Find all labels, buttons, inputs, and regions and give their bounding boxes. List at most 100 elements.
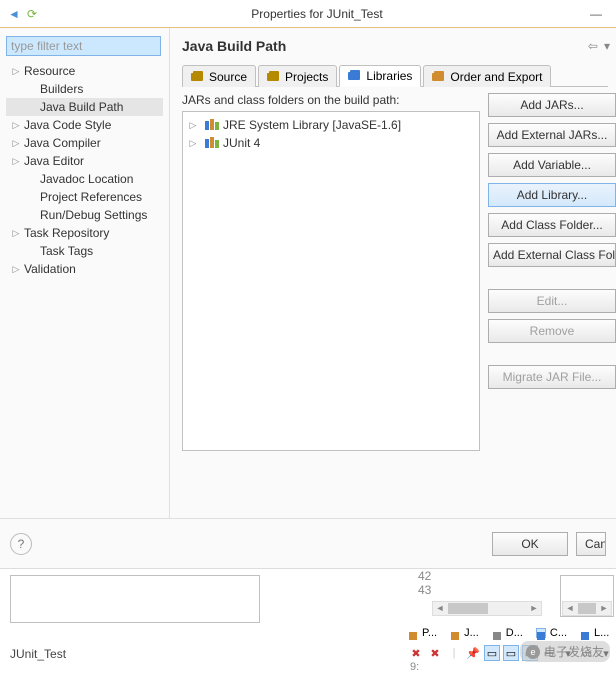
remove-all-icon[interactable]: ✖: [427, 645, 443, 661]
action-button[interactable]: Add JARs...: [488, 93, 616, 117]
expander-icon[interactable]: ▷: [187, 119, 199, 131]
tab[interactable]: Source: [182, 65, 256, 87]
action-button[interactable]: Add Library...: [488, 183, 616, 207]
tab-label: Projects: [285, 70, 328, 84]
view-tab[interactable]: J...: [450, 625, 479, 641]
category-tree-pane: ▷Resource▷Builders▷Java Build Path▷Java …: [0, 28, 170, 518]
tree-item-label: Project References: [40, 190, 142, 204]
tree-item-label: Resource: [24, 64, 75, 78]
tree-item-label: Java Compiler: [24, 136, 101, 150]
expander-icon[interactable]: ▷: [187, 137, 199, 149]
tree-item[interactable]: ▷Java Code Style: [6, 116, 163, 134]
project-label: JUnit_Test: [10, 647, 66, 661]
tab[interactable]: Libraries: [339, 65, 421, 87]
expander-icon[interactable]: ▷: [10, 137, 22, 149]
tree-item-label: Javadoc Location: [40, 172, 133, 186]
tree-item[interactable]: ▷Task Tags: [6, 242, 163, 260]
tree-item-label: Task Tags: [40, 244, 93, 258]
tree-item-label: Validation: [24, 262, 76, 276]
list-item[interactable]: ▷ JUnit 4: [187, 134, 475, 152]
expander-icon[interactable]: ▷: [10, 227, 22, 239]
tree-item[interactable]: ▷Java Editor: [6, 152, 163, 170]
view-tabs: P... J... D... C... L...: [408, 625, 616, 641]
console-icon[interactable]: ▭: [484, 645, 500, 661]
view-tab[interactable]: C...: [536, 625, 567, 641]
watermark: e 电子发烧友: [520, 641, 610, 662]
ide-background: JUnit_Test 42 43 ◄ ► ◄► P...J...D...C...…: [0, 568, 616, 666]
view-tab[interactable]: L...: [580, 625, 609, 641]
filter-input[interactable]: [6, 36, 161, 56]
tree-item[interactable]: ▷Task Repository: [6, 224, 163, 242]
action-button[interactable]: Add External Class Folder...: [488, 243, 616, 267]
refresh-icon[interactable]: ⟳: [24, 6, 40, 22]
tree-item[interactable]: ▷Javadoc Location: [6, 170, 163, 188]
tab-bar: Source Projects Libraries Order and Export: [182, 64, 608, 87]
watermark-logo-icon: e: [526, 645, 540, 659]
page-heading: Java Build Path: [182, 38, 588, 54]
tab-label: Order and Export: [450, 70, 542, 84]
tab-icon: [191, 71, 205, 83]
expander-icon[interactable]: ▷: [10, 119, 22, 131]
cancel-button[interactable]: Cancel: [576, 532, 606, 556]
button-column: Add JARs... Add External JARs... Add Varia…: [488, 93, 616, 508]
action-button: Edit...: [488, 289, 616, 313]
tree-item[interactable]: ▷Run/Debug Settings: [6, 206, 163, 224]
scroll-lock-icon[interactable]: ▭: [503, 645, 519, 661]
titlebar: ◄ ⟳ Properties for JUnit_Test —: [0, 0, 616, 28]
status-line: 9:: [410, 661, 419, 673]
tab-icon: [267, 71, 281, 83]
editor-scrollbar[interactable]: ◄ ►: [432, 601, 542, 616]
tree-item[interactable]: ▷Project References: [6, 188, 163, 206]
tab[interactable]: Order and Export: [423, 65, 551, 87]
tree-item-label: Java Code Style: [24, 118, 111, 132]
minimize-button[interactable]: —: [582, 4, 610, 24]
nav-fwd-icon[interactable]: ▾: [604, 39, 616, 53]
tree-item[interactable]: ▷Validation: [6, 260, 163, 278]
list-item-label: JUnit 4: [223, 136, 260, 150]
outline-scrollbar[interactable]: ◄►: [562, 601, 612, 616]
window-title: Properties for JUnit_Test: [52, 7, 582, 21]
tree-item[interactable]: ▷Java Compiler: [6, 134, 163, 152]
settings-pane: Java Build Path ⇦ ▾ Source Projects Librar…: [170, 28, 616, 518]
expander-icon[interactable]: ▷: [10, 65, 22, 77]
editor-line-numbers: 42 43: [418, 569, 431, 597]
list-item-label: JRE System Library [JavaSE-1.6]: [223, 118, 401, 132]
tab[interactable]: Projects: [258, 65, 337, 87]
libraries-list[interactable]: ▷ JRE System Library [JavaSE-1.6] ▷ JUnit 4: [182, 111, 480, 451]
action-button[interactable]: Add Variable...: [488, 153, 616, 177]
category-tree: ▷Resource▷Builders▷Java Build Path▷Java …: [6, 62, 163, 278]
tree-item-label: Java Build Path: [40, 100, 123, 114]
action-button[interactable]: Add Class Folder...: [488, 213, 616, 237]
ok-button[interactable]: OK: [492, 532, 568, 556]
tab-icon: [432, 71, 446, 83]
view-tab[interactable]: P...: [408, 625, 437, 641]
list-description: JARs and class folders on the build path…: [182, 93, 480, 107]
package-explorer-panel[interactable]: [10, 575, 260, 623]
scroll-left-icon[interactable]: ◄: [433, 602, 447, 615]
scroll-thumb[interactable]: [448, 603, 488, 614]
separator: |: [446, 645, 462, 661]
help-icon[interactable]: ?: [10, 533, 32, 555]
tab-icon: [348, 70, 362, 82]
tab-label: Source: [209, 70, 247, 84]
tree-item-label: Builders: [40, 82, 83, 96]
tree-item[interactable]: ▷Java Build Path: [6, 98, 163, 116]
scroll-right-icon[interactable]: ►: [527, 602, 541, 615]
action-button: Migrate JAR File...: [488, 365, 616, 389]
list-item[interactable]: ▷ JRE System Library [JavaSE-1.6]: [187, 116, 475, 134]
dialog-footer: ? OK Cancel: [0, 518, 616, 568]
expander-icon[interactable]: ▷: [10, 155, 22, 167]
tab-label: Libraries: [366, 69, 412, 83]
library-icon: [205, 137, 219, 149]
tree-item[interactable]: ▷Builders: [6, 80, 163, 98]
view-tab[interactable]: D...: [492, 625, 523, 641]
tree-item[interactable]: ▷Resource: [6, 62, 163, 80]
pin-icon[interactable]: 📌: [465, 645, 481, 661]
remove-icon[interactable]: ✖: [408, 645, 424, 661]
nav-back-icon[interactable]: ⇦: [588, 39, 604, 53]
expander-icon[interactable]: ▷: [10, 263, 22, 275]
tree-item-label: Task Repository: [24, 226, 109, 240]
library-icon: [205, 119, 219, 131]
back-icon[interactable]: ◄: [6, 6, 22, 22]
action-button[interactable]: Add External JARs...: [488, 123, 616, 147]
